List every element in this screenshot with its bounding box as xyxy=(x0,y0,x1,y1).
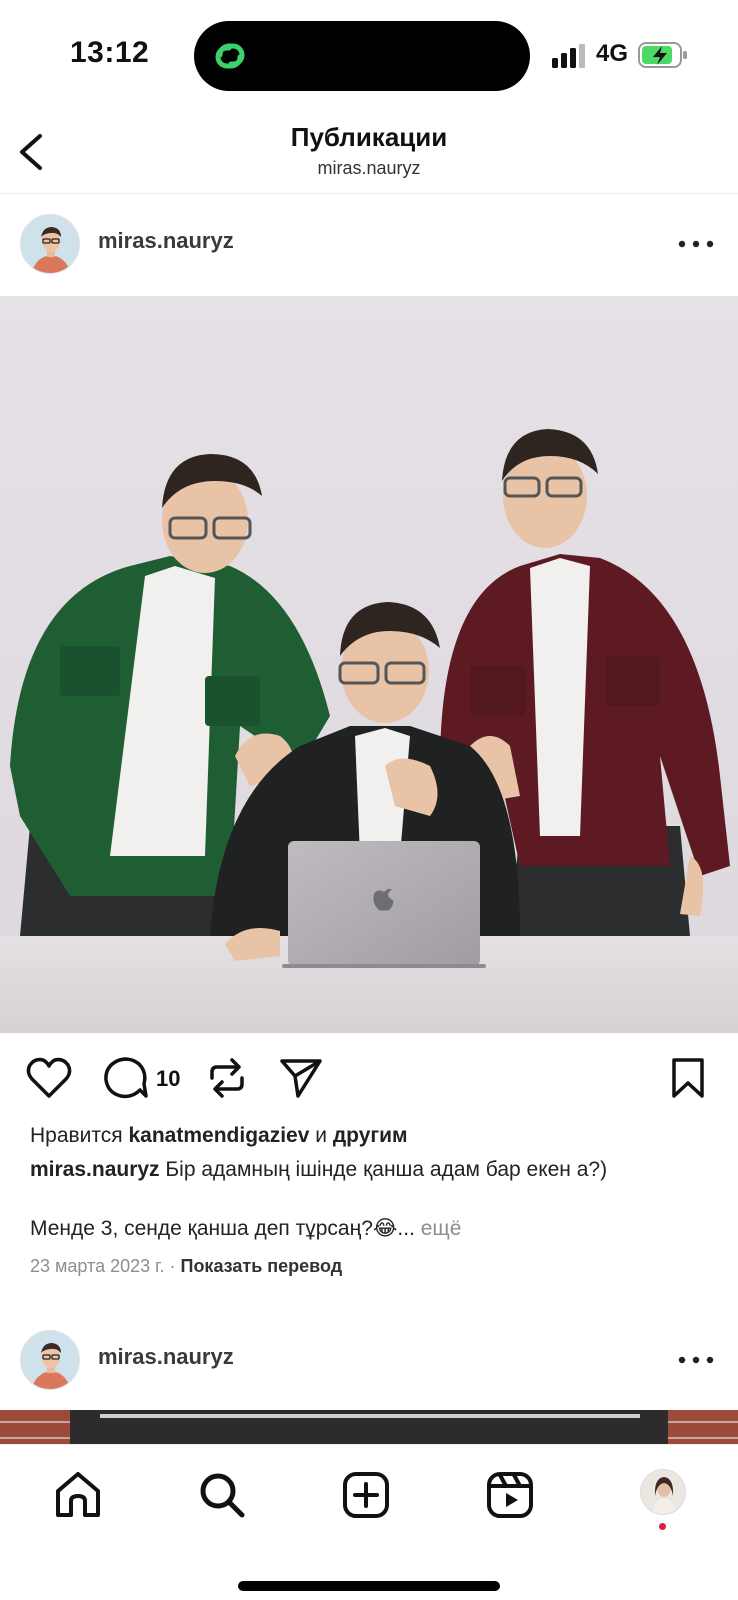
post-header: miras.nauryz xyxy=(0,196,738,292)
page-header: Публикации miras.nauryz xyxy=(0,108,738,194)
bottom-nav xyxy=(0,1444,738,1600)
translate-link[interactable]: Показать перевод xyxy=(181,1256,343,1276)
page-subtitle: miras.nauryz xyxy=(317,158,421,178)
caption-text: Бір адамның ішінде қанша адам бар екен а… xyxy=(159,1158,608,1181)
post-username[interactable]: miras.nauryz xyxy=(98,228,234,254)
repost-icon[interactable] xyxy=(204,1056,250,1100)
comment-count: 10 xyxy=(156,1066,181,1091)
post-image xyxy=(0,296,738,1033)
avatar[interactable] xyxy=(20,214,80,274)
liked-by-others[interactable]: другим xyxy=(333,1124,408,1147)
new-post-icon[interactable] xyxy=(340,1469,392,1521)
caption-more-link[interactable]: ещё xyxy=(415,1217,462,1240)
status-bar: 13:12 4G xyxy=(0,0,738,108)
post-date: 23 марта 2023 г. xyxy=(30,1256,165,1276)
status-time: 13:12 xyxy=(70,36,150,69)
more-horizontal-icon[interactable] xyxy=(676,1350,716,1370)
heart-icon[interactable] xyxy=(26,1056,72,1100)
likes-prefix: Нравится xyxy=(30,1124,129,1147)
more-horizontal-icon[interactable] xyxy=(676,234,716,254)
likes-line: Нравится kanatmendigaziev и другим xyxy=(30,1124,408,1148)
home-indicator xyxy=(238,1581,500,1591)
battery-charging-icon xyxy=(638,42,687,68)
home-icon[interactable] xyxy=(52,1469,104,1521)
share-icon[interactable] xyxy=(278,1056,324,1100)
caption-line2-text: Менде 3, сенде қанша деп тұрсаң?😂... xyxy=(30,1217,415,1240)
likes-middle: и xyxy=(309,1124,333,1147)
post-actions: 10 xyxy=(0,1050,738,1110)
liked-by-user[interactable]: kanatmendigaziev xyxy=(129,1124,310,1147)
link-icon xyxy=(215,43,245,69)
reels-icon[interactable] xyxy=(484,1469,536,1521)
meta-separator: · xyxy=(164,1256,181,1276)
caption: miras.nauryz Бір адамның ішінде қанша ад… xyxy=(30,1158,720,1182)
post-username[interactable]: miras.nauryz xyxy=(98,1344,234,1370)
laptop xyxy=(282,841,486,968)
profile-avatar[interactable] xyxy=(640,1469,686,1515)
notification-dot xyxy=(659,1523,666,1530)
search-icon[interactable] xyxy=(196,1469,248,1521)
avatar[interactable] xyxy=(20,1330,80,1390)
network-type: 4G xyxy=(596,40,629,67)
post-meta: 23 марта 2023 г. · Показать перевод xyxy=(30,1256,342,1277)
page-title: Публикации xyxy=(290,122,448,152)
caption-author[interactable]: miras.nauryz xyxy=(30,1158,160,1181)
signal-bars-icon xyxy=(552,44,585,68)
bookmark-icon[interactable] xyxy=(668,1056,708,1100)
caption-continued: Менде 3, сенде қанша деп тұрсаң?😂... ещё xyxy=(30,1216,720,1241)
post-photo[interactable] xyxy=(0,296,738,1033)
dynamic-island xyxy=(194,21,530,91)
comment-icon[interactable] xyxy=(102,1056,148,1100)
post-header: miras.nauryz xyxy=(0,1312,738,1408)
